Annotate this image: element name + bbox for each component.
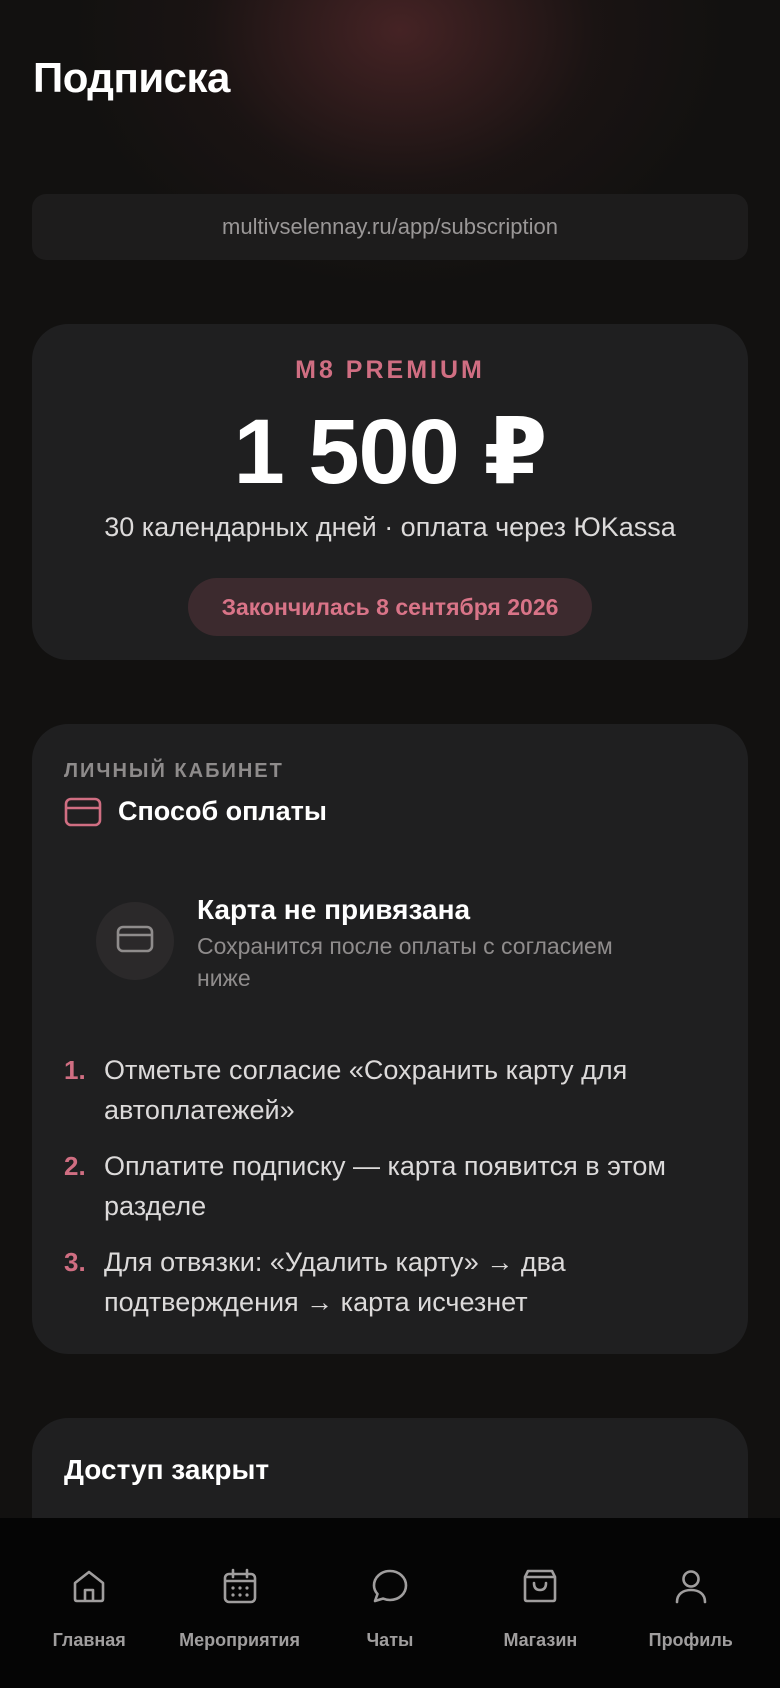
shopping-bag-icon bbox=[520, 1566, 560, 1606]
tab-label: Чаты bbox=[366, 1630, 414, 1650]
chat-bubble-icon bbox=[370, 1566, 410, 1606]
card-status-title: Карта не привязана bbox=[197, 894, 471, 925]
section-label: ЛИЧНЫЙ КАБИНЕТ bbox=[64, 760, 284, 782]
step-text: Для отвязки: «Удалить карту» → два подтв… bbox=[104, 1247, 566, 1317]
tab-home[interactable]: Главная bbox=[19, 1518, 159, 1688]
tab-label: Магазин bbox=[503, 1630, 578, 1650]
tab-label: Профиль bbox=[648, 1630, 733, 1650]
bottom-tab-bar: Главная Мероприятия Чаты Магазин Профиль bbox=[0, 1518, 780, 1688]
tab-events[interactable]: Мероприятия bbox=[170, 1518, 310, 1688]
plan-name: M8 PREMIUM bbox=[295, 356, 485, 384]
tab-label: Мероприятия bbox=[179, 1630, 300, 1650]
card-placeholder-avatar bbox=[96, 902, 174, 980]
tab-label: Главная bbox=[52, 1630, 126, 1650]
url-bar[interactable]: multivselennay.ru/app/subscription bbox=[32, 194, 748, 260]
step-text: Оплатите подписку — карта появится в это… bbox=[104, 1151, 666, 1221]
subscription-screen: Подписка multivselennay.ru/app/subscript… bbox=[0, 0, 780, 1688]
instruction-step: 1. Отметьте согласие «Сохранить карту дл… bbox=[64, 1050, 704, 1130]
page-title: Подписка bbox=[33, 54, 230, 101]
plan-price: 1 500 ₽ bbox=[233, 401, 548, 503]
payment-method-title: Способ оплаты bbox=[118, 796, 327, 826]
subscription-status-badge: Закончилась 8 сентября 2026 bbox=[188, 578, 592, 636]
step-number: 2. bbox=[64, 1151, 86, 1181]
step-number: 1. bbox=[64, 1055, 86, 1085]
step-text: Отметьте согласие «Сохранить карту для а… bbox=[104, 1055, 628, 1125]
instruction-step: 2. Оплатите подписку — карта появится в … bbox=[64, 1146, 704, 1226]
instruction-step: 3. Для отвязки: «Удалить карту» → два по… bbox=[64, 1242, 704, 1322]
tab-shop[interactable]: Магазин bbox=[470, 1518, 610, 1688]
credit-card-icon bbox=[64, 797, 102, 827]
tab-chats[interactable]: Чаты bbox=[320, 1518, 460, 1688]
tab-profile[interactable]: Профиль bbox=[621, 1518, 761, 1688]
plan-description: 30 календарных дней · оплата через ЮKass… bbox=[104, 512, 676, 542]
step-number: 3. bbox=[64, 1247, 86, 1277]
payment-method-header: Способ оплаты bbox=[64, 796, 327, 827]
calendar-icon bbox=[220, 1566, 260, 1606]
url-text: multivselennay.ru/app/subscription bbox=[222, 214, 558, 239]
user-icon bbox=[671, 1566, 711, 1606]
credit-card-icon bbox=[116, 925, 154, 958]
card-status-hint: Сохранится после оплаты с согласием ниже bbox=[197, 933, 613, 991]
access-title: Доступ закрыт bbox=[64, 1454, 270, 1485]
home-icon bbox=[69, 1566, 109, 1606]
instruction-steps: 1. Отметьте согласие «Сохранить карту дл… bbox=[64, 1050, 704, 1338]
